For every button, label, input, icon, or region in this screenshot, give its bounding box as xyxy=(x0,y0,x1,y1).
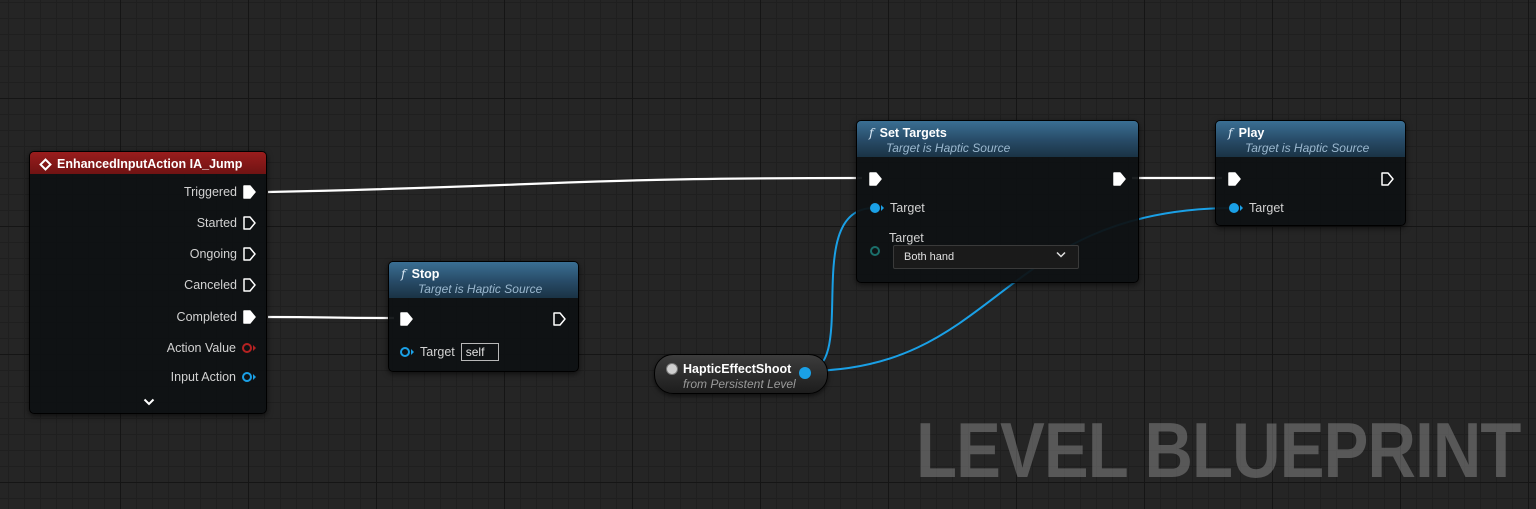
pin-label-triggered: Triggered xyxy=(183,185,237,199)
pin-row-canceled[interactable]: Canceled xyxy=(184,278,256,292)
level-blueprint-watermark: LEVEL BLUEPRINT xyxy=(916,406,1521,494)
set-targets-node-title: Set Targets xyxy=(879,126,947,140)
object-pin-target-icon[interactable] xyxy=(870,203,880,213)
stop-node-title: Stop xyxy=(411,267,440,281)
event-icon xyxy=(39,158,52,171)
event-node-enhanced-input-action[interactable]: EnhancedInputAction IA_Jump Triggered St… xyxy=(29,151,267,414)
pin-label-input-action: Input Action xyxy=(170,370,236,384)
pin-row-started[interactable]: Started xyxy=(197,216,256,230)
set-targets-targets-label: Target xyxy=(889,231,924,245)
function-node-play[interactable]: f Play Target is Haptic Source Target xyxy=(1215,120,1406,226)
function-node-set-targets[interactable]: f Set Targets Target is Haptic Source Tar… xyxy=(856,120,1139,283)
play-node-title: Play xyxy=(1238,126,1265,140)
function-icon: f xyxy=(1228,125,1233,140)
stop-target-label: Target xyxy=(420,345,455,359)
pin-label-completed: Completed xyxy=(176,310,237,324)
globe-icon xyxy=(666,363,678,375)
enum-pin-targets-icon[interactable] xyxy=(870,246,880,256)
chevron-down-icon[interactable] xyxy=(143,398,155,406)
event-node-title: EnhancedInputAction IA_Jump xyxy=(57,157,243,171)
exec-out-pin-icon[interactable] xyxy=(553,312,566,326)
set-targets-targets-label-row: Target xyxy=(889,231,924,245)
set-targets-node-subtitle: Target is Haptic Source xyxy=(886,141,1011,155)
function-icon: f xyxy=(401,266,406,281)
stop-target-input[interactable]: self xyxy=(460,343,499,361)
exec-pin-ongoing-icon[interactable] xyxy=(243,247,256,261)
variable-node-haptic-effect-shoot[interactable]: HapticEffectShoot from Persistent Level xyxy=(654,354,828,394)
struct-pin-action-value-icon[interactable] xyxy=(242,343,252,353)
exec-out-pin-icon[interactable] xyxy=(1381,172,1394,186)
stop-node-header[interactable]: f Stop Target is Haptic Source xyxy=(389,262,578,298)
exec-in-pin-icon[interactable] xyxy=(869,172,882,186)
exec-wire-completed-to-stop[interactable] xyxy=(267,315,395,320)
object-pin-target-icon[interactable] xyxy=(1229,203,1239,213)
event-node-header[interactable]: EnhancedInputAction IA_Jump xyxy=(30,152,266,174)
play-node-subtitle: Target is Haptic Source xyxy=(1245,141,1370,155)
pin-arrow-icon xyxy=(253,374,256,380)
exec-pin-started-icon[interactable] xyxy=(243,216,256,230)
pin-arrow-icon xyxy=(253,345,256,351)
function-icon: f xyxy=(869,125,874,140)
object-pin-input-action-icon[interactable] xyxy=(242,372,252,382)
exec-in-pin-icon[interactable] xyxy=(400,312,413,326)
pin-arrow-icon xyxy=(881,205,884,211)
exec-pin-triggered-icon[interactable] xyxy=(243,185,256,199)
set-targets-target-row[interactable]: Target xyxy=(870,201,925,215)
set-targets-node-header[interactable]: f Set Targets Target is Haptic Source xyxy=(857,121,1138,157)
blueprint-graph-canvas[interactable]: EnhancedInputAction IA_Jump Triggered St… xyxy=(0,0,1536,509)
pin-label-action-value: Action Value xyxy=(166,341,236,355)
pin-label-ongoing: Ongoing xyxy=(189,247,237,261)
pin-label-started: Started xyxy=(196,216,237,230)
object-pin-target-icon[interactable] xyxy=(400,347,410,357)
exec-out-pin-icon[interactable] xyxy=(1113,172,1126,186)
pin-arrow-icon xyxy=(1240,205,1243,211)
play-target-label: Target xyxy=(1249,201,1284,215)
exec-pin-canceled-icon[interactable] xyxy=(243,278,256,292)
set-targets-target-label: Target xyxy=(890,201,925,215)
variable-source: from Persistent Level xyxy=(683,377,796,391)
pin-row-input-action[interactable]: Input Action xyxy=(171,370,256,384)
exec-wire-triggered-to-set-targets[interactable] xyxy=(267,176,863,194)
pin-arrow-icon xyxy=(411,349,414,355)
pin-row-ongoing[interactable]: Ongoing xyxy=(190,247,256,261)
targets-dropdown[interactable]: Both hand xyxy=(893,245,1079,269)
targets-dropdown-value: Both hand xyxy=(904,251,955,263)
exec-pin-completed-icon[interactable] xyxy=(243,310,256,324)
function-node-stop[interactable]: f Stop Target is Haptic Source Target sel… xyxy=(388,261,579,372)
stop-node-subtitle: Target is Haptic Source xyxy=(418,282,543,296)
pin-row-triggered[interactable]: Triggered xyxy=(184,185,256,199)
play-node-header[interactable]: f Play Target is Haptic Source xyxy=(1216,121,1405,157)
variable-name: HapticEffectShoot xyxy=(683,362,792,376)
play-target-row[interactable]: Target xyxy=(1229,201,1284,215)
pin-row-action-value[interactable]: Action Value xyxy=(167,341,256,355)
object-pin-output-icon[interactable] xyxy=(799,367,811,379)
exec-in-pin-icon[interactable] xyxy=(1228,172,1241,186)
chevron-down-icon xyxy=(1056,251,1066,258)
stop-target-row[interactable]: Target self xyxy=(400,343,499,361)
pin-label-canceled: Canceled xyxy=(184,278,237,292)
pin-row-completed[interactable]: Completed xyxy=(177,310,256,324)
